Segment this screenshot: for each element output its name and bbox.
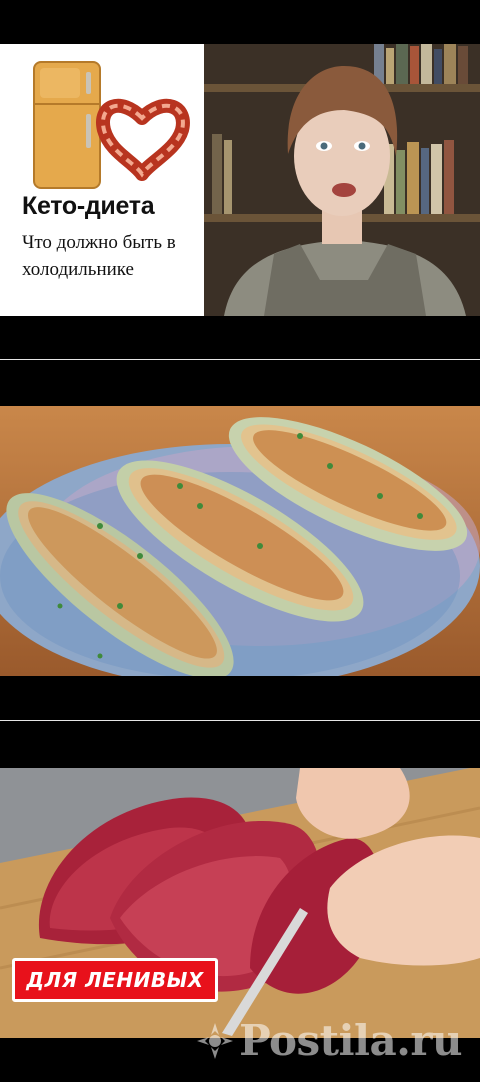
presenter-photo — [204, 44, 480, 316]
video-thumbnail-zucchini-boats[interactable] — [0, 406, 480, 676]
category-badge: ДЛЯ ЛЕНИВЫХ — [12, 958, 218, 1002]
keto-info-panel: Кето-диета Что должно быть в холодильник… — [0, 44, 204, 316]
divider — [0, 359, 480, 360]
watermark: Postila.ru — [195, 1016, 462, 1065]
watermark-text: Postila.ru — [239, 1016, 462, 1065]
video-thumbnail-meat[interactable]: ДЛЯ ЛЕНИВЫХ — [0, 768, 480, 1038]
thumbnail-subtitle: Что должно быть в холодильнике — [22, 232, 176, 280]
video-thumbnail-keto[interactable]: Кето-диета Что должно быть в холодильник… — [0, 44, 480, 316]
zucchini-boats-image — [0, 406, 480, 676]
top-bar — [0, 0, 480, 44]
thumbnail-title: Кето-диета — [22, 192, 155, 220]
postila-logo-icon — [197, 1022, 234, 1059]
divider — [0, 720, 480, 721]
badge-label: ДЛЯ ЛЕНИВЫХ — [26, 968, 204, 992]
fridge-bacon-illustration — [33, 61, 190, 189]
